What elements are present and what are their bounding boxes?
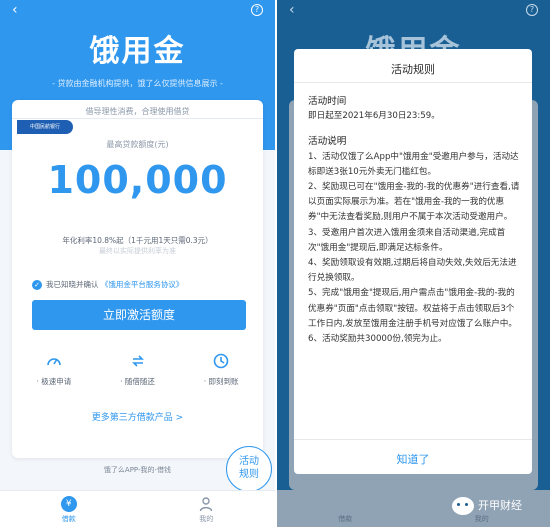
rate-note: 最终以实际提供利率为准 [99,247,176,255]
tab-loan: 借款 [338,515,353,523]
person-icon [198,496,214,512]
feature-label: · 随借随还 [120,377,155,386]
activity-rules-line1: 活动 [239,456,259,467]
feature-list: · 极速申请 · 随借随还 · 即刻到账 [12,352,263,394]
tab-label: 借款 [61,515,76,523]
divider [294,439,532,440]
yen-icon: ¥ [60,496,77,512]
interest-rate-text: 年化利率10.8%起（1千元用1天只需0.3元） [62,236,213,245]
tab-loan[interactable]: ¥ 借款 [0,491,138,527]
back-icon[interactable]: ‹ [12,3,26,17]
limit-label: 最高贷款额度(元) [106,140,169,149]
rule-item: 2、奖励现已可在"饿用金-我的-我的优惠券"进行查看,请以页面实际展示为准。若在… [308,182,520,223]
confirm-button[interactable]: 知道了 [294,451,532,467]
wechat-icon [452,497,474,515]
more-products-link[interactable]: 更多第三方借款产品 > [12,410,263,423]
card-header: 借导理性消费，合理使用借贷 [85,107,190,116]
repeat-icon [129,352,147,370]
time-text: 即日起至2021年6月30日23:59。 [308,111,440,122]
dialog-title: 活动规则 [391,63,435,76]
feature-item: · 极速申请 [12,352,96,394]
loan-home-screen: ‹ ? 饿用金 - 贷款由金融机构提供，饿了么仅提供信息展示 - 借导理性消费，… [0,0,275,527]
speed-icon [45,352,63,370]
rule-item: 5、完成"饿用金"提现后,用户需点击"饿用金-我的-我的优惠券"页面"点击领取"… [308,288,517,329]
agreement-prefix: 我已知晓并确认 [46,280,99,289]
loan-card: 借导理性消费，合理使用借贷 中国民航银行 最高贷款额度(元) 100,000 年… [12,100,263,458]
partner-badge: 中国民航银行 [17,120,73,134]
feature-label: · 即刻到账 [203,377,239,386]
feature-item: · 随借随还 [96,352,180,394]
rule-item: 4、奖励领取设有效期,过期后将自动失效,失效后无法进行兑换领取。 [308,258,517,284]
tab-mine[interactable]: 我的 [138,491,276,527]
clock-icon [212,352,230,370]
rule-item: 3、受邀用户首次进入饿用金须来自活动渠道,完成首次"饿用金"提现后,即满足达标条… [308,227,506,253]
limit-amount: 100,000 [47,158,228,202]
app-logo: 饿用金 [89,34,186,69]
activity-rules-button[interactable]: 活动 规则 [226,446,272,492]
divider [294,82,532,83]
agreement-link[interactable]: 《饿用金平台服务协议》 [101,280,184,289]
section-title-time: 活动时间 [308,96,347,107]
help-icon[interactable]: ? [251,4,263,16]
divider [12,118,263,119]
rule-item: 6、活动奖励共30000份,领完为止。 [308,334,447,345]
feature-label: · 极速申请 [36,377,72,386]
dialog-body: 活动时间 即日起至2021年6月30日23:59。 活动说明 1、活动仅饿了么A… [308,92,522,347]
bottom-tab-bar: ¥ 借款 我的 [0,490,275,527]
tab-label: 我的 [199,515,214,523]
back-icon[interactable]: ‹ [289,3,295,17]
rules-dialog: 活动规则 活动时间 即日起至2021年6月30日23:59。 活动说明 1、活动… [294,49,532,474]
watermark: 开甲财经 [452,494,550,518]
agreement-row: ✓ 我已知晓并确认 《饿用金平台服务协议》 [32,279,252,291]
tagline: - 贷款由金融机构提供，饿了么仅提供信息展示 - [52,79,223,88]
help-icon[interactable]: ? [526,4,538,16]
activity-rules-screen: ‹ ? 饿用金 借款 我的 活动规则 活动时间 即日起至2021年6月30日23… [277,0,550,527]
checkbox-checked-icon[interactable]: ✓ [32,280,42,290]
feature-item: · 即刻到账 [179,352,263,394]
activate-limit-button[interactable]: 立即激活额度 [32,300,246,330]
activity-rules-line2: 规则 [239,469,259,480]
rule-item: 1、活动仅饿了么App中"饿用金"受邀用户参与，活动达标即送3张10元外卖无门槛… [308,151,519,177]
section-title-rules: 活动说明 [308,136,347,148]
watermark-text: 开甲财经 [478,499,522,512]
